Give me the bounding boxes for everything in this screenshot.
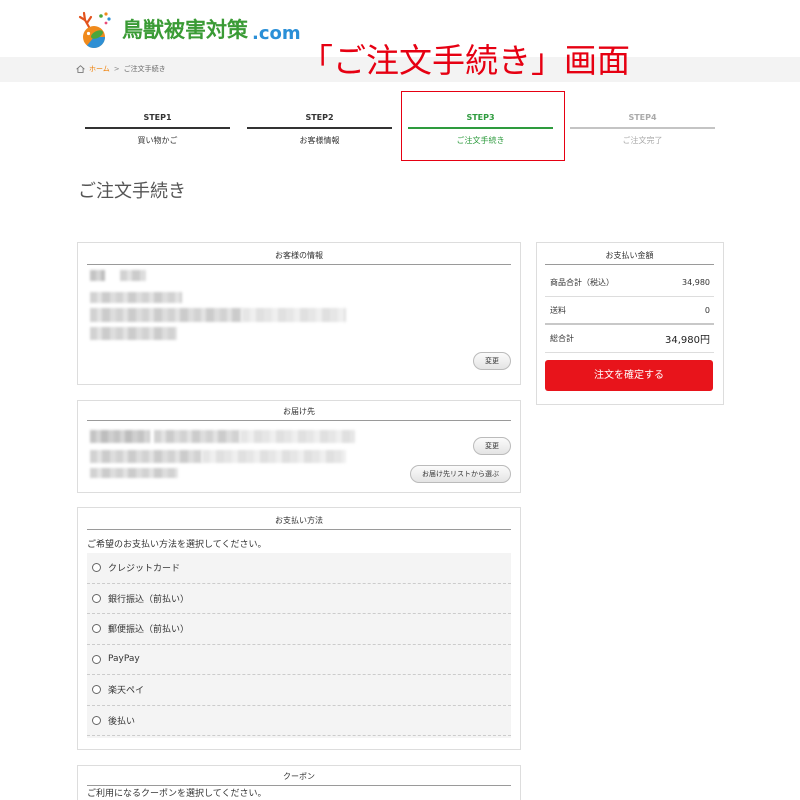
step-label: ご注文完了 — [622, 136, 663, 145]
grand-total-label: 総合計 — [550, 334, 574, 343]
radio-button[interactable] — [92, 624, 101, 634]
coupon-panel: クーポン ご利用になるクーポンを選択してください。 — [77, 765, 521, 800]
step-progress-line — [247, 127, 392, 129]
payment-method-title: お支払い方法 — [87, 515, 511, 530]
step-progress-line — [570, 127, 715, 129]
delivery-panel: お届け先 変更 お届け先リストから選ぶ — [77, 400, 521, 493]
site-logo[interactable]: 鳥獣被害対策 .com — [74, 8, 301, 50]
payment-summary-rows: 商品合計（税込） 34,980 送料 0 総合計 34,980円 — [545, 269, 714, 353]
redacted-text — [90, 450, 202, 463]
payment-method-prompt: ご希望のお支払い方法を選択してください。 — [87, 540, 267, 550]
step-4: STEP4 ご注文完了 — [570, 110, 715, 150]
payment-option-credit-card[interactable]: クレジットカード — [87, 553, 511, 584]
shipping-fee-value: 0 — [704, 305, 710, 315]
page-title: ご注文手続き — [78, 181, 186, 202]
redacted-text — [202, 450, 346, 463]
shipping-fee-label: 送料 — [550, 305, 566, 315]
step3-highlight-box — [401, 91, 565, 161]
step-number: STEP4 — [628, 113, 657, 122]
redacted-text — [90, 292, 182, 303]
step-number: STEP1 — [143, 113, 172, 122]
redacted-text — [90, 468, 178, 478]
subtotal-row: 商品合計（税込） 34,980 — [545, 269, 714, 297]
delivery-change-button[interactable]: 変更 — [473, 437, 511, 455]
payment-method-panel: お支払い方法 ご希望のお支払い方法を選択してください。 クレジットカード 銀行振… — [77, 507, 521, 750]
redacted-text — [90, 270, 105, 281]
payment-option-paypay[interactable]: PayPay — [87, 645, 511, 675]
payment-option-label: 郵便振込（前払い） — [108, 625, 190, 636]
payment-option-list: クレジットカード 銀行振込（前払い） 郵便振込（前払い） PayPay 楽天ペイ… — [87, 553, 511, 738]
checkout-steps: STEP1 買い物かご STEP2 お客様情報 STEP3 ご注文手続き STE… — [0, 110, 800, 150]
coupon-title: クーポン — [87, 771, 511, 786]
confirm-order-button[interactable]: 注文を確定する — [545, 360, 713, 391]
home-icon — [76, 65, 85, 73]
breadcrumb-separator: > — [113, 65, 120, 73]
payment-option-label: 楽天ペイ — [108, 686, 145, 697]
delivery-title: お届け先 — [87, 406, 511, 421]
breadcrumb-current: ご注文手続き — [123, 65, 166, 73]
redacted-text — [90, 308, 242, 322]
coupon-prompt: ご利用になるクーポンを選択してください。 — [87, 789, 267, 799]
grand-total-row: 総合計 34,980円 — [545, 325, 714, 353]
logo-domain-suffix: .com — [252, 23, 301, 44]
customer-info-panel: お客様の情報 変更 — [77, 242, 521, 385]
redacted-text — [154, 430, 240, 443]
radio-button[interactable] — [92, 715, 101, 725]
payment-summary-panel: お支払い金額 商品合計（税込） 34,980 送料 0 総合計 34,980円 … — [536, 242, 724, 405]
breadcrumb-home-link[interactable]: ホーム — [89, 64, 110, 74]
redacted-text — [240, 430, 355, 443]
step-number: STEP2 — [305, 113, 334, 122]
payment-option-label: 銀行振込（前払い） — [108, 594, 190, 605]
step-1: STEP1 買い物かご — [85, 110, 230, 150]
radio-button[interactable] — [92, 654, 101, 664]
payment-option-label: 後払い — [108, 716, 136, 727]
payment-summary-title: お支払い金額 — [545, 250, 714, 265]
customer-info-title: お客様の情報 — [87, 250, 511, 265]
step-progress-line — [85, 127, 230, 129]
checkout-page: 鳥獣被害対策 .com ホーム > ご注文手続き 「ご注文手続き」画面 STEP… — [0, 0, 800, 800]
payment-option-bank-transfer[interactable]: 銀行振込（前払い） — [87, 584, 511, 614]
deer-logo-icon — [76, 10, 114, 50]
radio-button[interactable] — [92, 593, 101, 603]
subtotal-value: 34,980 — [682, 278, 710, 287]
logo-name: 鳥獣被害対策 — [122, 18, 248, 42]
radio-button[interactable] — [92, 685, 101, 695]
grand-total-value: 34,980円 — [665, 335, 710, 346]
redacted-text — [242, 308, 346, 322]
payment-option-postal-transfer[interactable]: 郵便振込（前払い） — [87, 614, 511, 645]
redacted-text — [90, 327, 177, 340]
redacted-text — [90, 430, 150, 443]
step-label: 買い物かご — [137, 136, 178, 145]
annotation-caption: 「ご注文手続き」画面 — [300, 41, 630, 80]
payment-option-label: PayPay — [108, 654, 140, 665]
step-2: STEP2 お客様情報 — [247, 110, 392, 150]
shipping-fee-row: 送料 0 — [545, 297, 714, 325]
payment-option-rakuten-pay[interactable]: 楽天ペイ — [87, 675, 511, 706]
payment-option-label: クレジットカード — [108, 564, 181, 575]
subtotal-label: 商品合計（税込） — [550, 278, 614, 287]
customer-info-change-button[interactable]: 変更 — [473, 352, 511, 370]
payment-option-deferred[interactable]: 後払い — [87, 706, 511, 736]
breadcrumb: ホーム > ご注文手続き — [76, 64, 166, 74]
radio-button[interactable] — [92, 563, 101, 573]
choose-from-address-list-button[interactable]: お届け先リストから選ぶ — [410, 465, 511, 483]
redacted-text — [120, 270, 146, 281]
step-label: お客様情報 — [299, 136, 340, 145]
